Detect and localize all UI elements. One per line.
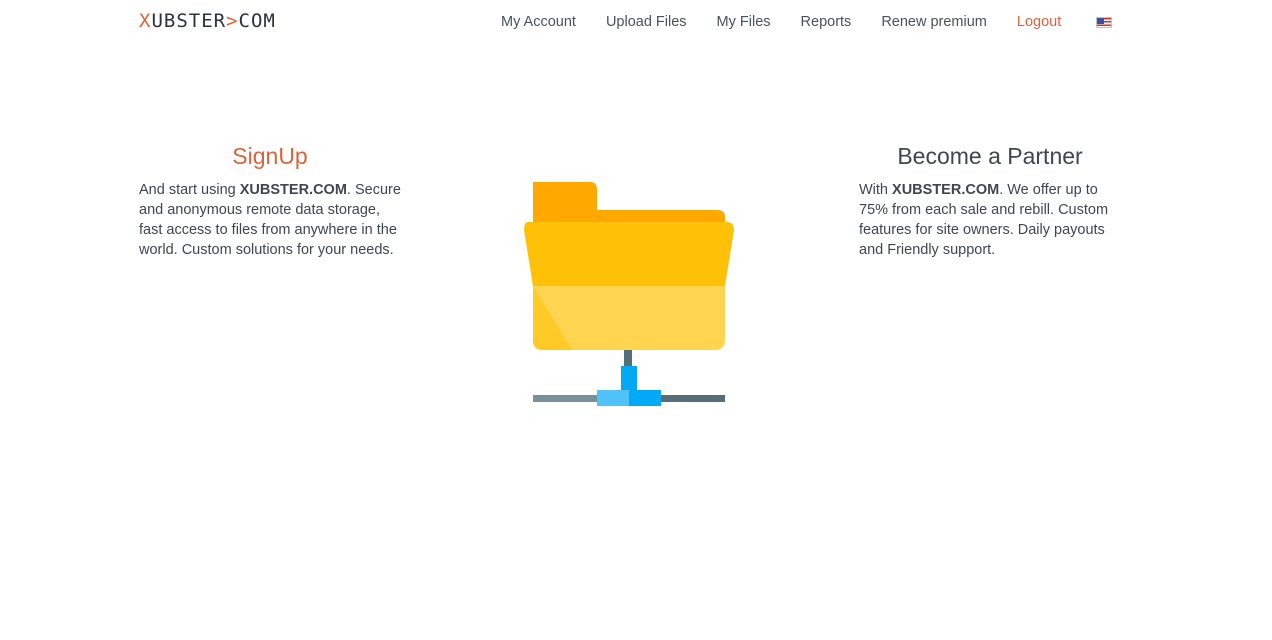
partner-title[interactable]: Become a Partner bbox=[859, 140, 1121, 172]
logo-x: X bbox=[139, 10, 152, 32]
nav-my-files[interactable]: My Files bbox=[702, 12, 786, 32]
signup-brand: XUBSTER.COM bbox=[239, 182, 347, 198]
partner-description: With XUBSTER.COM. We offer up to 75% fro… bbox=[859, 180, 1121, 260]
signup-description: And start using XUBSTER.COM. Secure and … bbox=[139, 180, 401, 260]
flag-canton bbox=[1097, 17, 1105, 24]
nav-reports[interactable]: Reports bbox=[786, 12, 867, 32]
header: X UBSTER > COM My Account Upload Files My F… bbox=[0, 0, 1272, 44]
signup-section: SignUp And start using XUBSTER.COM. Secu… bbox=[139, 140, 401, 260]
nav-my-account[interactable]: My Account bbox=[486, 12, 591, 32]
logo-dot: > bbox=[226, 10, 239, 32]
network-folder-icon bbox=[520, 178, 740, 410]
main-nav: My Account Upload Files My Files Reports… bbox=[486, 12, 1113, 32]
logo-name: UBSTER bbox=[151, 10, 227, 32]
nav-logout[interactable]: Logout bbox=[1002, 12, 1076, 32]
nav-renew-premium[interactable]: Renew premium bbox=[866, 12, 1002, 32]
nav-upload-files[interactable]: Upload Files bbox=[591, 12, 702, 32]
partner-section: Become a Partner With XUBSTER.COM. We of… bbox=[859, 140, 1121, 260]
signup-text-start: And start using bbox=[139, 182, 240, 198]
partner-text-start: With bbox=[859, 182, 893, 198]
logo-tld: COM bbox=[238, 10, 276, 32]
site-logo[interactable]: X UBSTER > COM bbox=[139, 9, 276, 33]
signup-title[interactable]: SignUp bbox=[139, 140, 401, 172]
partner-brand: XUBSTER.COM bbox=[892, 182, 1000, 198]
us-flag-icon[interactable] bbox=[1096, 16, 1113, 28]
